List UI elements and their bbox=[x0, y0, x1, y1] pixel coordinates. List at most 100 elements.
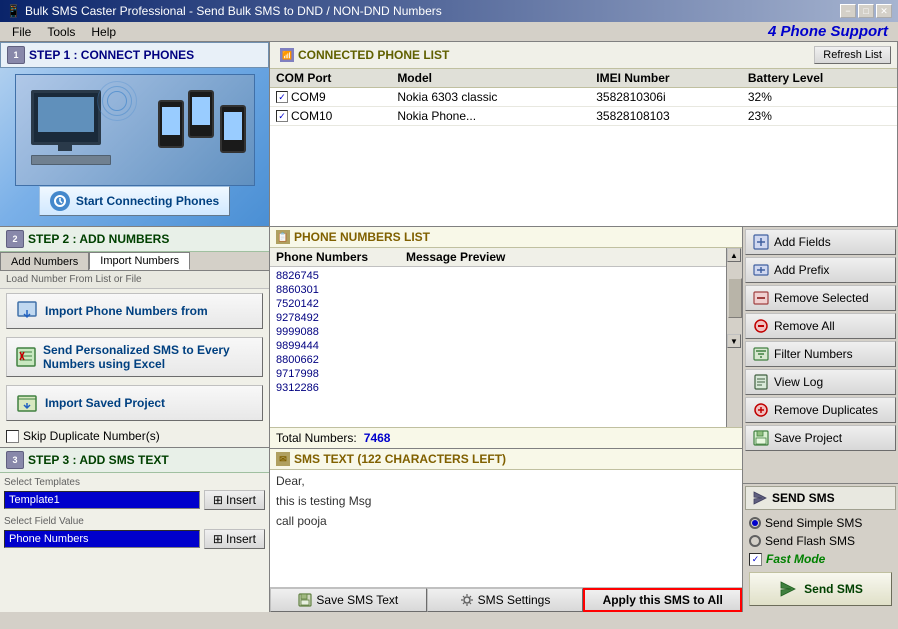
sms-footer: Save SMS Text SMS Settings Apply this SM… bbox=[270, 587, 742, 612]
add-prefix-button[interactable]: Add Prefix bbox=[745, 257, 896, 283]
refresh-button[interactable]: Refresh List bbox=[814, 46, 891, 64]
step1-icon: 1 bbox=[7, 46, 25, 64]
save-sms-button[interactable]: Save SMS Text bbox=[270, 588, 427, 612]
send-personalized-button[interactable]: Send Personalized SMS to Every Numbers u… bbox=[6, 337, 263, 377]
send-header-icon bbox=[752, 490, 768, 506]
remove-all-button[interactable]: Remove All bbox=[745, 313, 896, 339]
menu-help[interactable]: Help bbox=[83, 23, 124, 41]
app-icon: 📱 bbox=[6, 4, 21, 18]
monitor-stand bbox=[58, 145, 72, 151]
send-simple-radio[interactable] bbox=[749, 517, 761, 529]
template-select[interactable]: Template1 bbox=[4, 491, 200, 509]
phone1-screen bbox=[162, 107, 180, 135]
menu-tools[interactable]: Tools bbox=[39, 23, 83, 41]
brand-text: 4 Phone Support bbox=[768, 23, 894, 40]
remove-selected-button[interactable]: Remove Selected bbox=[745, 285, 896, 311]
numbers-icon: 📋 bbox=[276, 230, 290, 244]
connected-title: CONNECTED PHONE LIST bbox=[298, 48, 449, 62]
start-btn-label: Start Connecting Phones bbox=[76, 194, 219, 208]
checkbox-com10[interactable]: ✓ bbox=[276, 110, 288, 122]
remove-duplicates-button[interactable]: Remove Duplicates bbox=[745, 397, 896, 423]
fast-mode-label: Fast Mode bbox=[766, 552, 825, 566]
send-title: SEND SMS bbox=[772, 491, 835, 505]
battery-com10: 23% bbox=[742, 107, 897, 126]
connected-panel: 📶 CONNECTED PHONE LIST Refresh List COM … bbox=[270, 42, 898, 226]
sms-panel: ✉ SMS TEXT (122 CHARACTERS LEFT) Dear, t… bbox=[270, 448, 743, 612]
settings-icon bbox=[460, 593, 474, 607]
scroll-up-btn[interactable]: ▲ bbox=[727, 248, 741, 262]
add-prefix-label: Add Prefix bbox=[774, 263, 829, 277]
titlebar-controls[interactable]: − □ ✕ bbox=[840, 4, 892, 18]
phone3-screen bbox=[224, 112, 242, 140]
view-log-button[interactable]: View Log bbox=[745, 369, 896, 395]
send-sms-button[interactable]: Send SMS bbox=[749, 572, 892, 606]
remove-all-icon bbox=[752, 317, 770, 335]
add-fields-button[interactable]: Add Fields bbox=[745, 229, 896, 255]
apply-sms-button[interactable]: Apply this SMS to All bbox=[583, 588, 742, 612]
phone2 bbox=[188, 90, 214, 138]
model-com9: Nokia 6303 classic bbox=[391, 88, 590, 107]
send-header: SEND SMS bbox=[745, 486, 896, 510]
port-com9: COM9 bbox=[291, 90, 326, 104]
num-row-5: 9999088 bbox=[276, 325, 736, 339]
sms-title: SMS TEXT (122 CHARACTERS LEFT) bbox=[294, 452, 506, 466]
insert-template-button[interactable]: ⊞ Insert bbox=[204, 490, 265, 510]
field-value-label: Select Field Value bbox=[4, 516, 265, 527]
template-row: Template1 ⊞ Insert bbox=[4, 490, 265, 510]
fast-mode-row: ✓ Fast Mode bbox=[745, 550, 896, 568]
scroll-down-btn[interactable]: ▼ bbox=[727, 334, 741, 348]
step3-icon: 3 bbox=[6, 451, 24, 469]
filter-numbers-button[interactable]: Filter Numbers bbox=[745, 341, 896, 367]
step1-illustration bbox=[15, 74, 255, 186]
fast-mode-checkbox[interactable]: ✓ bbox=[749, 553, 762, 566]
imei-com9: 3582810306i bbox=[590, 88, 742, 107]
numbers-list: 8826745 8860301 7520142 9278492 9999088 … bbox=[270, 267, 742, 427]
send-flash-radio[interactable] bbox=[749, 535, 761, 547]
import-saved-project-button[interactable]: Import Saved Project bbox=[6, 385, 263, 421]
main-content: 1 STEP 1 : CONNECT PHONES bbox=[0, 42, 898, 601]
checkbox-com9[interactable]: ✓ bbox=[276, 91, 288, 103]
import-icon bbox=[15, 299, 39, 323]
sms-text-area[interactable]: Dear, this is testing Msg call pooja bbox=[270, 470, 742, 587]
tab-add-numbers[interactable]: Add Numbers bbox=[0, 252, 89, 270]
col-port: COM Port bbox=[270, 69, 391, 88]
send-flash-label: Send Flash SMS bbox=[765, 534, 855, 548]
close-button[interactable]: ✕ bbox=[876, 4, 892, 18]
section-label: Load Number From List or File bbox=[0, 271, 269, 289]
save-project-button[interactable]: Save Project bbox=[745, 425, 896, 451]
scroll-thumb[interactable] bbox=[728, 278, 742, 318]
templates-label: Select Templates bbox=[4, 477, 265, 488]
tab-row: Add Numbers Import Numbers bbox=[0, 252, 269, 271]
import-phone-numbers-button[interactable]: Import Phone Numbers from bbox=[6, 293, 263, 329]
col-phone-header: Phone Numbers bbox=[276, 250, 406, 264]
total-label: Total Numbers: bbox=[276, 431, 357, 445]
field-value-select[interactable]: Phone Numbers bbox=[4, 530, 200, 548]
remove-all-label: Remove All bbox=[774, 319, 835, 333]
skip-duplicate-checkbox[interactable] bbox=[6, 430, 19, 443]
numbers-scrollbar[interactable]: ▲ ▼ bbox=[726, 248, 742, 427]
num-row-9: 9312286 bbox=[276, 381, 736, 395]
port-com10: COM10 bbox=[291, 109, 332, 123]
connected-header: 📶 CONNECTED PHONE LIST bbox=[274, 45, 812, 65]
tab-import-numbers[interactable]: Import Numbers bbox=[89, 252, 190, 270]
add-prefix-icon bbox=[752, 261, 770, 279]
maximize-button[interactable]: □ bbox=[858, 4, 874, 18]
send-sms-label: Send SMS bbox=[804, 582, 863, 596]
battery-com9: 32% bbox=[742, 88, 897, 107]
phone-row-2: ✓COM10 Nokia Phone... 35828108103 23% bbox=[270, 107, 897, 126]
insert-field-button[interactable]: ⊞ Insert bbox=[204, 529, 265, 549]
step1-title: STEP 1 : CONNECT PHONES bbox=[29, 48, 194, 62]
start-connecting-button[interactable]: Start Connecting Phones bbox=[39, 186, 230, 216]
remove-dup-icon bbox=[752, 401, 770, 419]
imei-com10: 35828108103 bbox=[590, 107, 742, 126]
num-row-3: 7520142 bbox=[276, 297, 736, 311]
sms-settings-button[interactable]: SMS Settings bbox=[427, 588, 584, 612]
import-btn-label: Import Phone Numbers from bbox=[45, 304, 208, 318]
import-project-btn-label: Import Saved Project bbox=[45, 396, 165, 410]
step2-icon: 2 bbox=[6, 230, 24, 248]
minimize-button[interactable]: − bbox=[840, 4, 856, 18]
personalized-btn-label: Send Personalized SMS to Every Numbers u… bbox=[43, 343, 254, 371]
menu-file[interactable]: File bbox=[4, 23, 39, 41]
step2-header: 2 STEP 2 : ADD NUMBERS bbox=[0, 227, 269, 252]
excel-icon bbox=[15, 345, 37, 369]
